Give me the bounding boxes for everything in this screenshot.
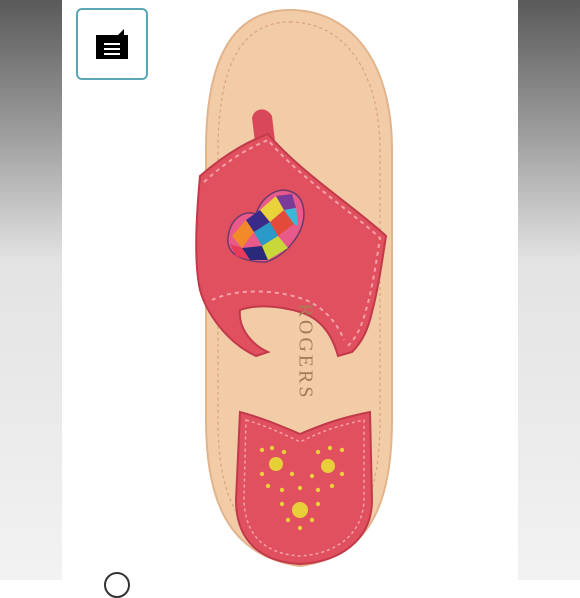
share-button[interactable] — [76, 8, 148, 80]
carousel-indicator[interactable] — [104, 572, 130, 598]
share-list-icon — [96, 29, 128, 59]
brand-imprint: ROGERS — [294, 303, 317, 401]
heel-pad — [234, 410, 374, 566]
sandal-product-image — [195, 8, 393, 568]
